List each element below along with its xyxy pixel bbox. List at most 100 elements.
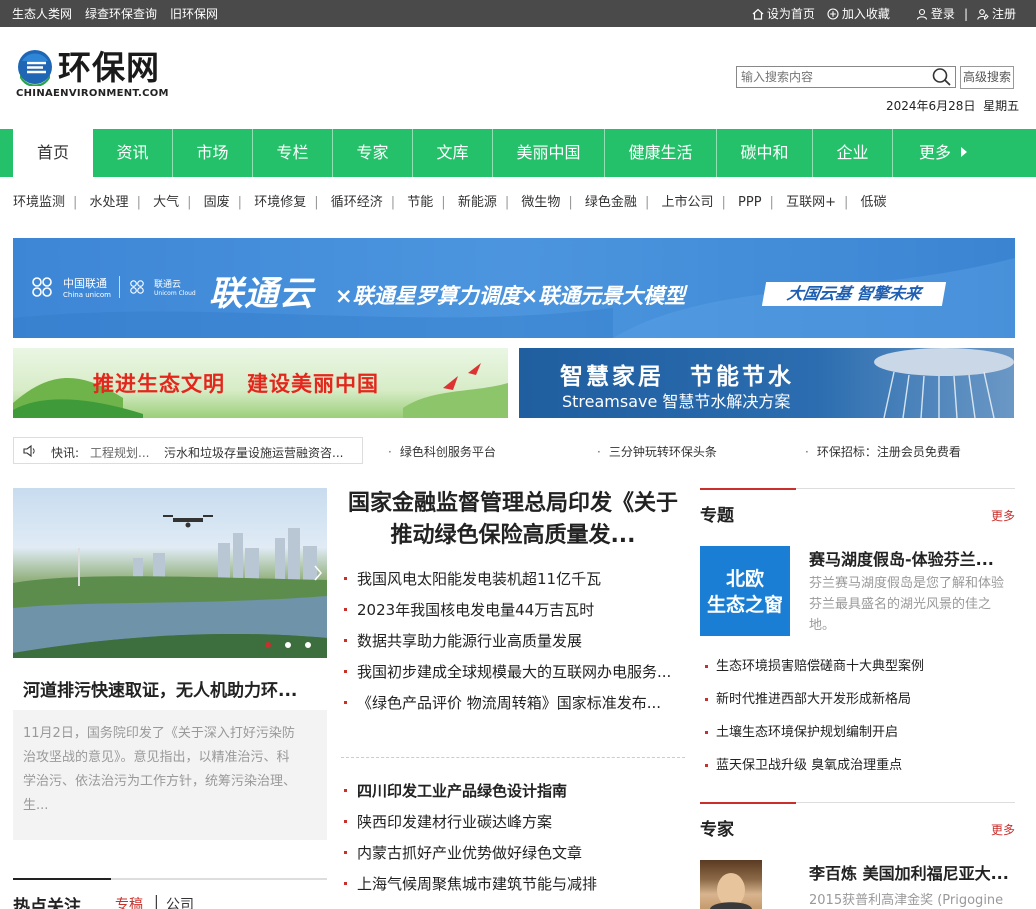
topbar-link-old[interactable]: 旧环保网	[170, 5, 218, 22]
user-edit-icon	[977, 8, 989, 20]
tile-line: 北欧	[725, 568, 764, 590]
category-link[interactable]: 环境监测	[13, 195, 65, 210]
home-icon	[752, 8, 764, 20]
eco-slogan: 推进生态文明 建设美丽中国	[93, 372, 379, 396]
topbar-link-eco[interactable]: 生态人类网	[12, 5, 72, 22]
category-link[interactable]: 水处理	[90, 195, 129, 210]
nordic-eco-tile[interactable]: 北欧 生态之窗	[700, 546, 790, 636]
list-item[interactable]: 上海气候周聚焦城市建筑节能与减排	[341, 873, 685, 895]
login-label: 登录	[930, 7, 955, 21]
nav-carbon-neutral[interactable]: 碳中和	[717, 129, 813, 177]
expert-portrait	[710, 873, 752, 909]
nav-column[interactable]: 专栏	[253, 129, 333, 177]
list-item[interactable]: 生态环境损害赔偿磋商十大典型案例	[700, 657, 1015, 676]
topic-feature-title[interactable]: 赛马湖度假岛-体验芬兰...	[809, 546, 994, 570]
river-drone-image	[13, 515, 327, 658]
unicom-logo-text: 中国联通 China unicom	[63, 275, 111, 299]
streamsave-banner[interactable]: 智慧家居 节能节水 Streamsave 智慧节水解决方案	[519, 348, 1014, 418]
category-separator: |	[390, 195, 396, 210]
category-link[interactable]: 大气	[153, 195, 179, 210]
category-link[interactable]: 节能	[407, 195, 433, 210]
eco-civilization-banner[interactable]: 推进生态文明 建设美丽中国	[13, 348, 508, 418]
quick-link-headlines[interactable]: 三分钟玩转环保头条	[597, 443, 717, 460]
logo-subtitle: CHINAENVIRONMENT.COM	[16, 88, 169, 99]
category-separator: |	[843, 195, 849, 210]
list-item[interactable]: 土壤生态环境保护规划编制开启	[700, 723, 1015, 742]
quick-link-bidding[interactable]: 环保招标：注册会员免费看	[805, 443, 961, 460]
list-item[interactable]: 《绿色产品评价 物流周转箱》国家标准发布...	[341, 692, 685, 714]
nav-more-label: 更多	[918, 143, 951, 162]
nav-more[interactable]: 更多	[893, 129, 993, 177]
list-item-lead[interactable]: 四川印发工业产品绿色设计指南	[341, 780, 685, 802]
nav-library[interactable]: 文库	[413, 129, 493, 177]
list-item[interactable]: 内蒙古抓好产业优势做好绿色文章	[341, 842, 685, 864]
quick-link-green-platform[interactable]: 绿色科创服务平台	[388, 443, 496, 460]
summary-line: 治攻坚战的意见》。意见指出，以精准治污、科	[23, 750, 290, 765]
unicom-logos: 中国联通 China unicom 联通云 Unicom Cloud	[29, 274, 196, 300]
category-link[interactable]: PPP	[738, 195, 762, 210]
category-link[interactable]: 绿色金融	[585, 195, 637, 210]
experts-underline	[700, 802, 796, 804]
login-link[interactable]: 登录	[916, 5, 955, 22]
category-separator: |	[568, 195, 573, 210]
expert-name[interactable]: 李百炼 美国加利福尼亚大...	[809, 860, 1009, 884]
topics-more-link[interactable]: 更多	[991, 507, 1015, 524]
set-home-link[interactable]: 设为首页	[752, 5, 815, 22]
list-item[interactable]: 陕西印发建材行业碳达峰方案	[341, 811, 685, 833]
nav-expert[interactable]: 专家	[333, 129, 413, 177]
topics-list: 生态环境损害赔偿磋商十大典型案例 新时代推进西部大开发形成新格局 土壤生态环境保…	[700, 657, 1015, 789]
unicom-ad-banner[interactable]: 中国联通 China unicom 联通云 Unicom Cloud 联通云 ×联通…	[13, 238, 1015, 338]
search-input[interactable]	[736, 66, 956, 88]
category-link[interactable]: 微生物	[521, 195, 560, 210]
category-link[interactable]: 新能源	[458, 195, 497, 210]
category-link[interactable]: 循环经济	[331, 195, 383, 210]
unicom-tag: 大国云基 智擎未来	[761, 282, 947, 306]
category-link[interactable]: 环境修复	[254, 195, 306, 210]
arrow-right-icon	[961, 147, 967, 157]
unicom-logo-en: China unicom	[63, 291, 111, 299]
tab-company[interactable]: 公司	[166, 894, 194, 909]
category-separator: |	[721, 195, 726, 210]
nav-healthy-life[interactable]: 健康生活	[605, 129, 717, 177]
summary-line: 11月2日，国务院印发了《关于深入打好污染防	[23, 726, 295, 741]
list-item[interactable]: 2023年我国核电发电量44万吉瓦时	[341, 599, 685, 621]
category-separator: |	[237, 195, 243, 210]
ticker-item[interactable]: 工程规划...	[90, 444, 149, 461]
nav-enterprise[interactable]: 企业	[813, 129, 893, 177]
list-item[interactable]: 蓝天保卫战升级 臭氧成治理重点	[700, 756, 1015, 775]
tab-special[interactable]: 专稿	[115, 894, 143, 909]
headline-article[interactable]: 国家金融监督管理总局印发《关于推动绿色保险高质量发...	[341, 488, 685, 552]
category-link[interactable]: 上市公司	[661, 195, 713, 210]
ticker-item[interactable]: 污水和垃圾存量设施运营融资咨...	[164, 444, 343, 461]
experts-more-link[interactable]: 更多	[991, 821, 1015, 838]
streamsave-subtitle: Streamsave 智慧节水解决方案	[562, 392, 791, 411]
site-logo[interactable]: 环保网 CHINAENVIRONMENT.COM	[16, 48, 176, 102]
topics-underline	[700, 488, 796, 490]
category-link[interactable]: 低碳	[861, 195, 887, 210]
favorite-link[interactable]: 加入收藏	[827, 5, 890, 22]
nav-home[interactable]: 首页	[13, 129, 93, 177]
main-nav: 首页 资讯 市场 专栏 专家 文库 美丽中国 健康生活 碳中和 企业 更多	[0, 129, 1036, 177]
list-item[interactable]: 新时代推进西部大开发形成新格局	[700, 690, 1015, 709]
advanced-search-button[interactable]: 高级搜索	[960, 66, 1014, 89]
list-item[interactable]: 我国初步建成全球规模最大的互联网办电服务...	[341, 661, 685, 683]
date-text: 2024年6月28日	[886, 99, 976, 113]
nav-market[interactable]: 市场	[173, 129, 253, 177]
experts-title: 专家	[700, 820, 734, 840]
register-link[interactable]: 注册	[977, 5, 1016, 22]
featured-photo[interactable]	[13, 488, 327, 658]
nav-beautiful-china[interactable]: 美丽中国	[493, 129, 605, 177]
category-bar: 环境监测 | 水处理 | 大气 | 固废 | 环境修复 | 循环经济 | 节能 | 新能源 | …	[13, 191, 887, 210]
expert-avatar[interactable]	[700, 860, 762, 909]
list-item[interactable]: 数据共享助力能源行业高质量发展	[341, 630, 685, 652]
topbar-link-query[interactable]: 绿查环保查询	[85, 5, 157, 22]
list-item[interactable]: 我国风电太阳能发电装机超11亿千瓦	[341, 568, 685, 590]
featured-photo-title[interactable]: 河道排污快速取证，无人机助力环...	[23, 676, 297, 701]
unicom-knot-icon	[32, 277, 52, 297]
hot-topics-title: 热点关注	[13, 897, 81, 909]
search-icon[interactable]	[931, 67, 953, 87]
nav-news[interactable]: 资讯	[93, 129, 173, 177]
category-link[interactable]: 互联网+	[786, 195, 836, 210]
category-separator: |	[504, 195, 510, 210]
category-link[interactable]: 固废	[204, 195, 230, 210]
